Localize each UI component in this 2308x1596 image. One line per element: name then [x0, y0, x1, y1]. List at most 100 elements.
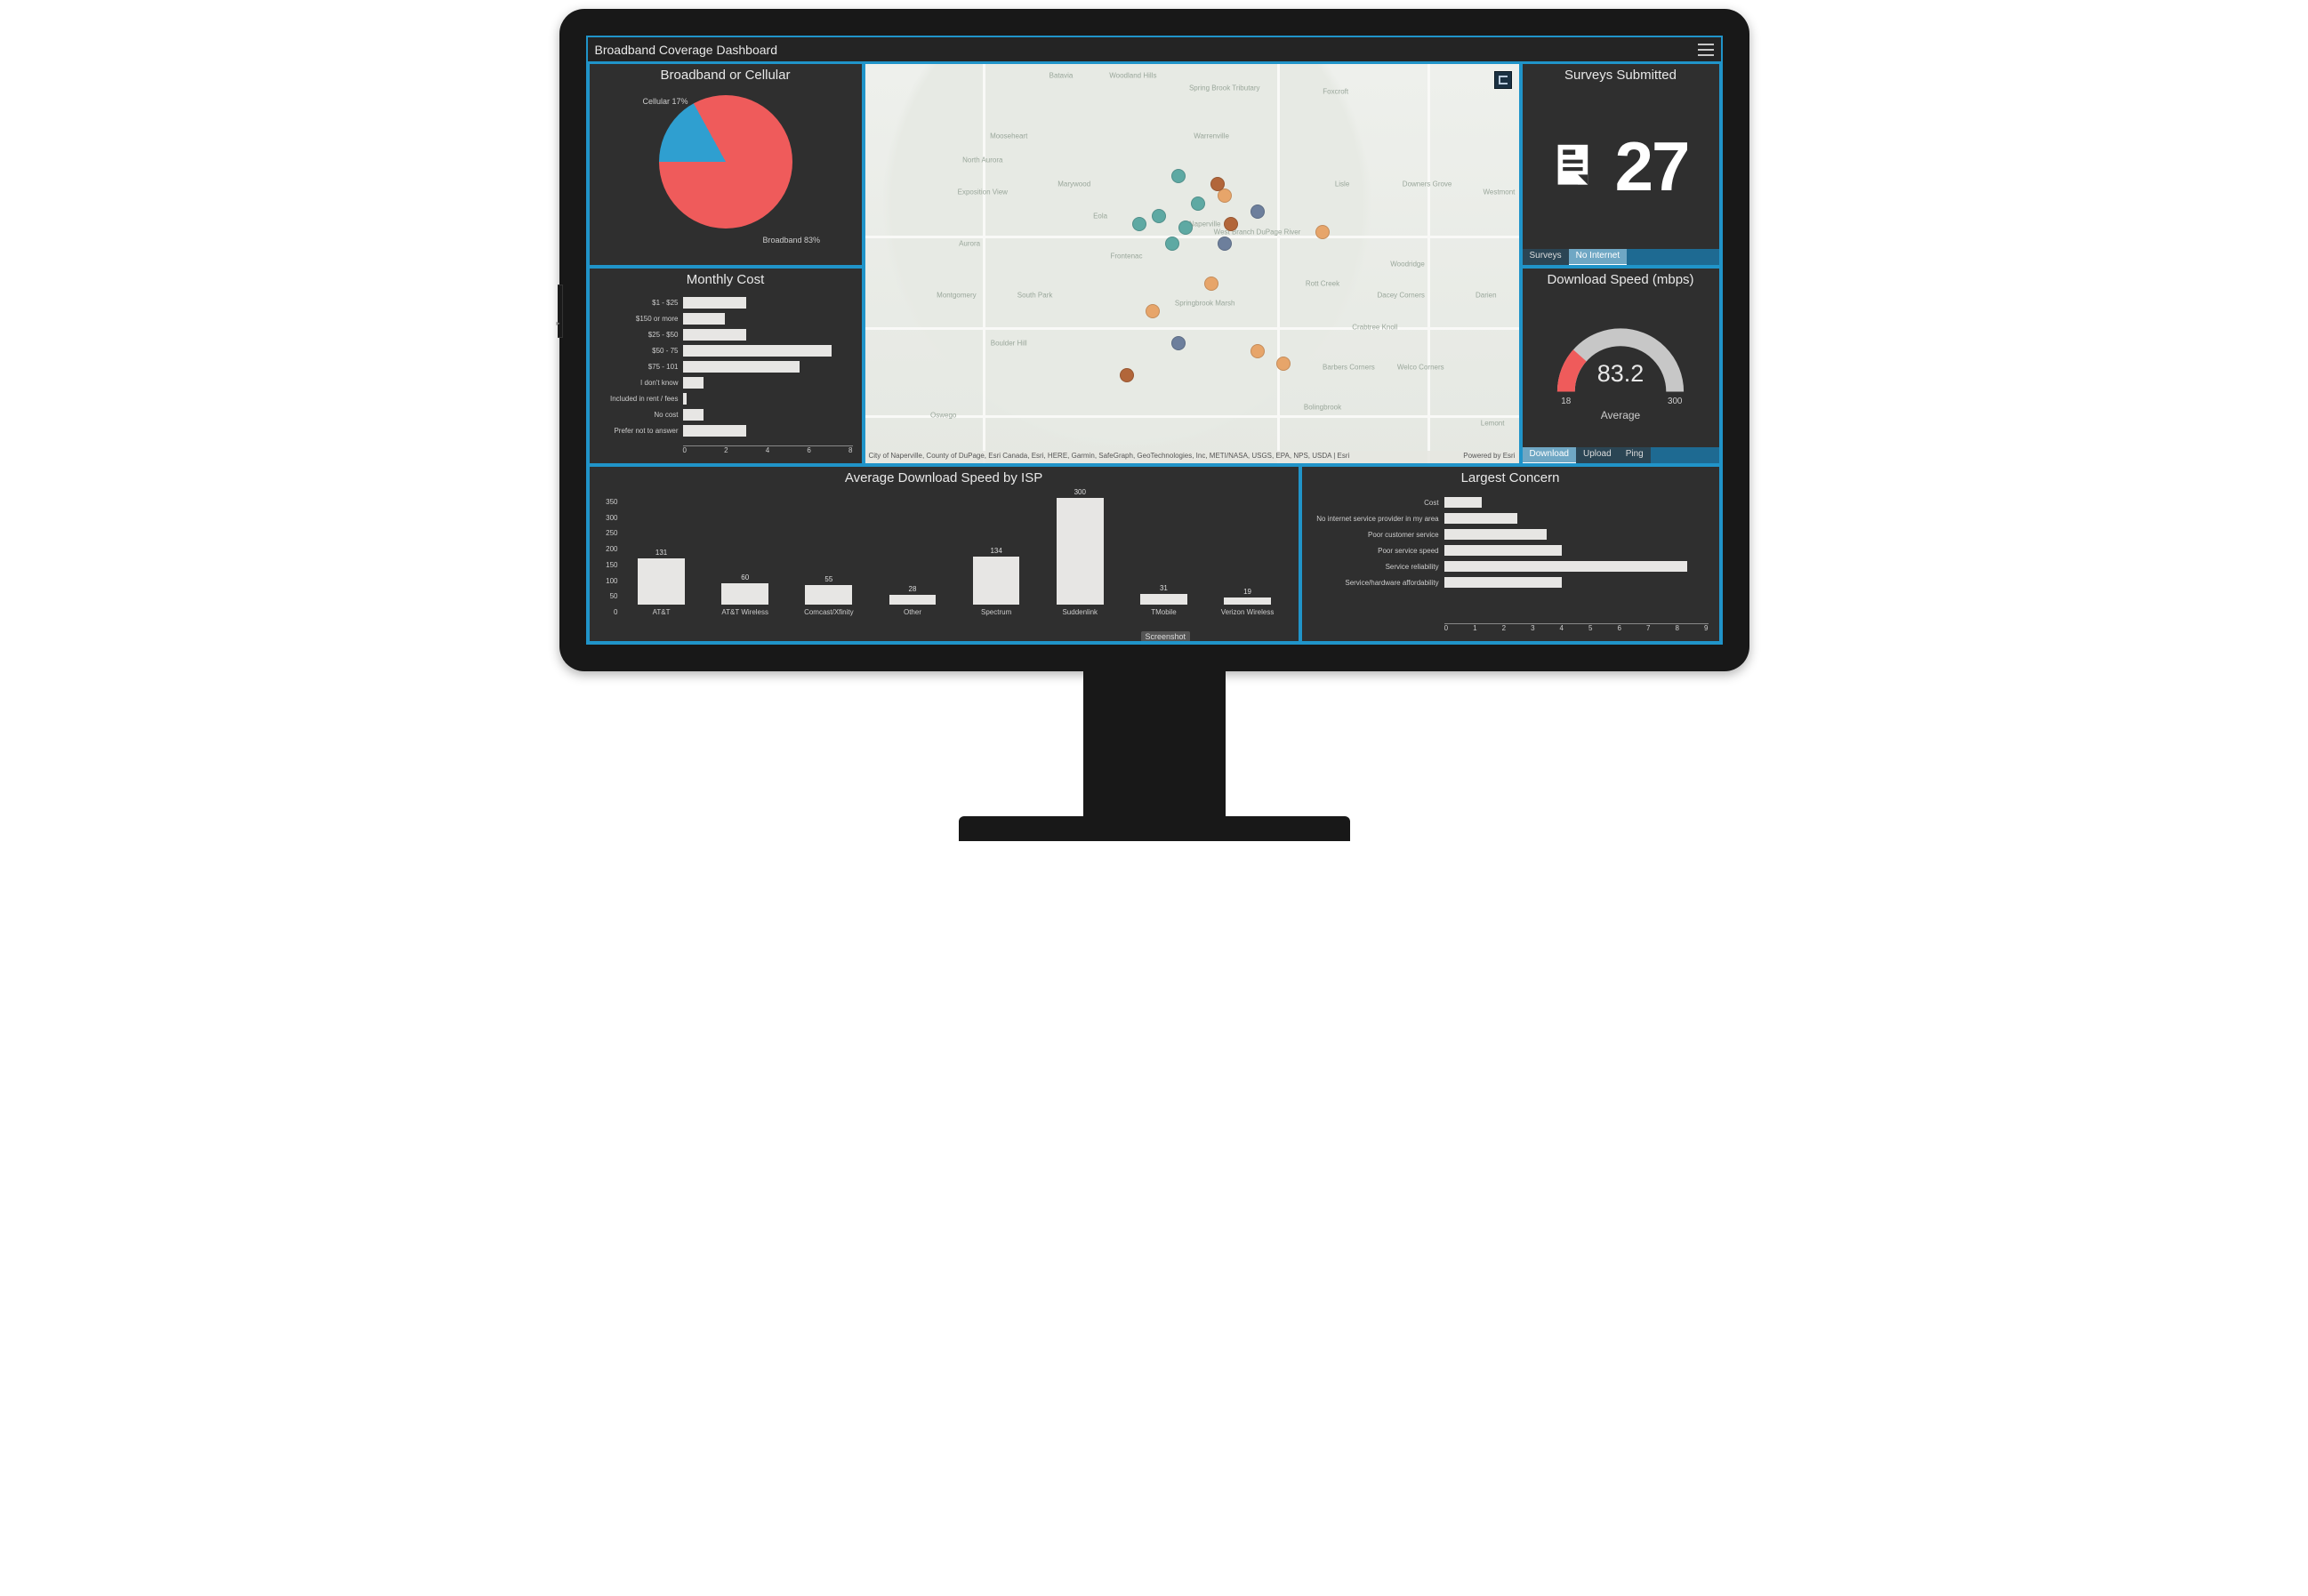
tab-ping[interactable]: Ping — [1619, 447, 1651, 463]
tab-surveys[interactable]: Surveys — [1523, 249, 1569, 265]
cost-bar[interactable] — [683, 393, 688, 405]
cost-bar-row[interactable]: $1 - $25 — [683, 294, 853, 310]
tab-upload[interactable]: Upload — [1576, 447, 1619, 463]
map-survey-dot[interactable] — [1171, 169, 1186, 183]
panel-title-surveys: Surveys Submitted — [1523, 64, 1719, 84]
cost-bar[interactable] — [683, 329, 747, 341]
isp-bar[interactable] — [805, 585, 852, 605]
concern-bar[interactable] — [1444, 497, 1483, 508]
cost-bar-row[interactable]: Included in rent / fees — [683, 390, 853, 406]
map-place-label: Welco Corners — [1397, 364, 1444, 372]
cost-bar[interactable] — [683, 297, 747, 309]
concern-bar-row[interactable]: Poor service speed — [1444, 542, 1709, 558]
map-survey-dot[interactable] — [1191, 196, 1205, 211]
cost-bar[interactable] — [683, 425, 747, 437]
map-powered-by[interactable]: Powered by Esri — [1463, 452, 1515, 462]
concern-body[interactable]: CostNo internet service provider in my a… — [1302, 487, 1719, 641]
map-survey-dot[interactable] — [1218, 237, 1232, 251]
isp-bar[interactable] — [973, 557, 1020, 605]
map-place-label: Montgomery — [937, 292, 976, 300]
map-survey-dot[interactable] — [1276, 357, 1291, 371]
monitor-screen: Broadband Coverage Dashboard Broadband o… — [559, 9, 1749, 671]
side-panel-handle[interactable] — [558, 285, 563, 338]
map-place-label: Darien — [1476, 292, 1497, 300]
map-survey-dot[interactable] — [1204, 277, 1218, 291]
concern-bar-row[interactable]: Service/hardware affordability — [1444, 574, 1709, 590]
map-survey-dot[interactable] — [1218, 188, 1232, 203]
concern-bar[interactable] — [1444, 577, 1562, 588]
panel-cost: Monthly Cost $1 - $25$150 or more$25 - $… — [588, 267, 864, 465]
map-survey-dot[interactable] — [1178, 221, 1193, 235]
cost-body[interactable]: $1 - $25$150 or more$25 - $50$50 - 75$75… — [590, 289, 862, 463]
cost-bar-row[interactable]: $25 - $50 — [683, 326, 853, 342]
screenshot-tooltip: Screenshot — [1141, 631, 1191, 642]
map-survey-dot[interactable] — [1251, 205, 1265, 219]
concern-bar[interactable] — [1444, 561, 1688, 572]
isp-bar-col[interactable]: 134Spectrum — [954, 547, 1038, 616]
isp-bar-col[interactable]: 55Comcast/Xfinity — [787, 575, 871, 616]
pie-chart[interactable] — [659, 95, 792, 229]
concern-bar-row[interactable]: Cost — [1444, 494, 1709, 510]
cost-bar[interactable] — [683, 361, 800, 373]
cost-bar-row[interactable]: No cost — [683, 406, 853, 422]
cost-bar[interactable] — [683, 409, 704, 421]
gauge-body[interactable]: 83.2 18 300 Average — [1523, 289, 1719, 447]
row-bottom: Average Download Speed by ISP 0501001502… — [588, 465, 1721, 643]
cost-bar-label: Included in rent / fees — [594, 395, 679, 403]
concern-bar-label: Poor customer service — [1306, 531, 1439, 539]
isp-bar[interactable] — [721, 583, 768, 605]
cost-bar[interactable] — [683, 313, 726, 325]
map-survey-dot[interactable] — [1120, 368, 1134, 382]
map-survey-dot[interactable] — [1210, 177, 1225, 191]
tab-download[interactable]: Download — [1523, 447, 1576, 463]
isp-bar[interactable] — [1057, 498, 1104, 605]
map-survey-dot[interactable] — [1224, 217, 1238, 231]
cost-bar-row[interactable]: $150 or more — [683, 310, 853, 326]
map-survey-dot[interactable] — [1132, 217, 1146, 231]
isp-bar[interactable] — [1140, 594, 1187, 605]
map-legend-icon[interactable] — [1494, 71, 1512, 89]
map-survey-dot[interactable] — [1165, 237, 1179, 251]
isp-bar-col[interactable]: 131AT&T — [620, 549, 704, 616]
map-place-label: Oswego — [930, 412, 956, 420]
isp-bar-col[interactable]: 19Verizon Wireless — [1205, 588, 1289, 616]
isp-bar[interactable] — [1224, 597, 1271, 605]
cost-bar-row[interactable]: $75 - 101 — [683, 358, 853, 374]
dashboard-body: Broadband or Cellular Cellular 17% Broad… — [588, 62, 1721, 643]
concern-bar-label: Cost — [1306, 499, 1439, 507]
map-survey-dot[interactable] — [1171, 336, 1186, 350]
map-survey-dot[interactable] — [1146, 304, 1160, 318]
map-survey-dot[interactable] — [1251, 344, 1265, 358]
cost-bar[interactable] — [683, 377, 704, 389]
panel-title-gauge: Download Speed (mbps) — [1523, 269, 1719, 289]
cost-bar-row[interactable]: $50 - 75 — [683, 342, 853, 358]
menu-icon[interactable] — [1698, 44, 1714, 56]
isp-bar[interactable] — [889, 595, 937, 605]
cost-bar[interactable] — [683, 345, 832, 357]
map-survey-dot[interactable] — [1152, 209, 1166, 223]
panel-title-concern: Largest Concern — [1302, 467, 1719, 487]
pie-body[interactable]: Cellular 17% Broadband 83% — [590, 84, 862, 265]
concern-bar[interactable] — [1444, 545, 1562, 556]
concern-bar-label: No internet service provider in my area — [1306, 515, 1439, 523]
isp-bar-col[interactable]: 300Suddenlink — [1038, 488, 1122, 616]
isp-bar-col[interactable]: 28Other — [871, 585, 954, 616]
concern-bar-row[interactable]: No internet service provider in my area — [1444, 510, 1709, 526]
tab-no-internet[interactable]: No Internet — [1569, 249, 1627, 265]
cost-bar-row[interactable]: Prefer not to answer — [683, 422, 853, 438]
concern-bar-row[interactable]: Poor customer service — [1444, 526, 1709, 542]
isp-bar-value: 60 — [741, 573, 749, 581]
isp-bar[interactable] — [638, 558, 685, 605]
concern-bar[interactable] — [1444, 513, 1517, 524]
concern-bar[interactable] — [1444, 529, 1547, 540]
isp-body[interactable]: 050100150200250300350 131AT&T60AT&T Wire… — [590, 487, 1299, 641]
map-survey-dot[interactable] — [1315, 225, 1330, 239]
isp-bar-col[interactable]: 60 AT&T Wireless — [704, 573, 787, 616]
map-place-label: Woodland Hills — [1109, 72, 1156, 80]
cost-bar-row[interactable]: I don't know — [683, 374, 853, 390]
isp-bar-col[interactable]: 31TMobile — [1122, 584, 1205, 616]
concern-bar-row[interactable]: Service reliability — [1444, 558, 1709, 574]
map-canvas[interactable]: City of Naperville, County of DuPage, Es… — [865, 64, 1519, 463]
isp-bar-label: AT&T Wireless — [721, 608, 768, 616]
isp-bar-label: Spectrum — [981, 608, 1011, 616]
